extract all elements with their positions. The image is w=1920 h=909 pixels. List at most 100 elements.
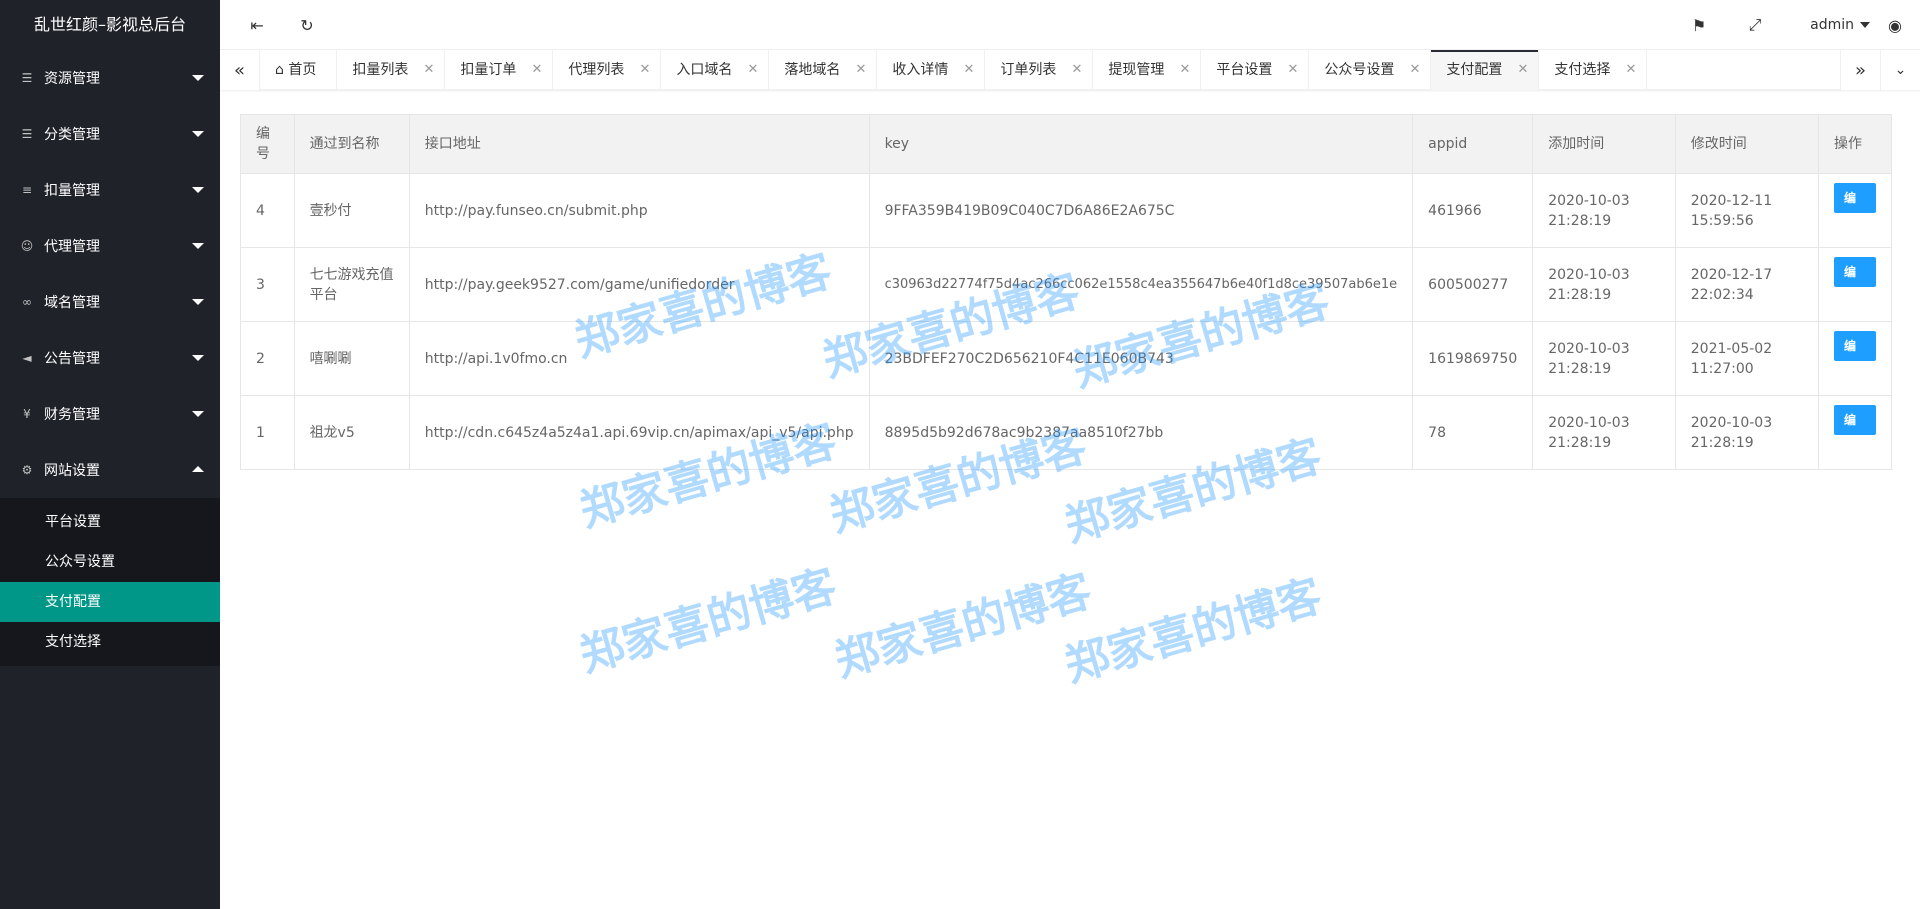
sidebar-item-announcements[interactable]: ◄ 公告管理 <box>0 330 220 386</box>
table-header-row: 编号 通过到名称 接口地址 key appid 添加时间 修改时间 操作 <box>240 114 1893 174</box>
cell-id: 4 <box>240 173 295 248</box>
user-menu[interactable]: admin <box>1810 0 1870 50</box>
column-header-url: 接口地址 <box>408 114 870 174</box>
close-icon[interactable]: ✕ <box>639 50 650 90</box>
edit-button[interactable]: 编辑 <box>1833 331 1876 383</box>
chevron-down-icon <box>192 299 204 305</box>
gear-icon: ⚙ <box>21 463 33 477</box>
sidebar-item-deduction[interactable]: ≡ 扣量管理 <box>0 162 220 218</box>
sidebar-item-label: 资源管理 <box>44 71 100 87</box>
tab-label: 订单列表 <box>1000 62 1057 78</box>
app-title: 乱世红颜–影视总后台 <box>0 0 220 50</box>
chevron-down-icon <box>1860 22 1870 28</box>
edit-button[interactable]: 编辑 <box>1833 257 1876 309</box>
tab-wechat-settings[interactable]: 公众号设置 ✕ <box>1309 50 1432 90</box>
cell-url: http://pay.geek9527.com/game/unifiedorde… <box>408 247 870 322</box>
sidebar-subitem-wechat-settings[interactable]: 公众号设置 <box>0 542 220 582</box>
close-icon[interactable]: ✕ <box>1625 50 1636 90</box>
layers-icon: ☰ <box>21 127 33 141</box>
tabs-scroll-right-icon[interactable]: » <box>1840 50 1880 90</box>
column-header-appid: appid <box>1412 114 1534 174</box>
list-indent-icon: ≡ <box>21 183 33 197</box>
tabs-scroll-left-icon[interactable]: « <box>220 50 260 90</box>
close-icon[interactable]: ✕ <box>963 50 974 90</box>
close-icon[interactable]: ✕ <box>1287 50 1298 90</box>
tab-platform-settings[interactable]: 平台设置 ✕ <box>1201 50 1310 90</box>
cell-modified: 2020-12-11 15:59:56 <box>1674 173 1819 248</box>
close-icon[interactable]: ✕ <box>531 50 542 90</box>
tab-label: 平台设置 <box>1216 62 1273 78</box>
watermark: 郑家喜的博客 <box>829 565 1098 688</box>
close-icon[interactable]: ✕ <box>1409 50 1420 90</box>
sidebar-subnav: 平台设置 公众号设置 支付配置 支付选择 <box>0 498 220 666</box>
refresh-icon[interactable]: ↻ <box>282 0 332 50</box>
tab-label: 提现管理 <box>1108 62 1165 78</box>
sidebar-item-site-settings[interactable]: ⚙ 网站设置 <box>0 442 220 498</box>
chevron-down-icon <box>192 75 204 81</box>
cell-added: 2020-10-03 21:28:19 <box>1532 247 1676 322</box>
tab-order-list[interactable]: 订单列表 ✕ <box>985 50 1094 90</box>
tab-landing-domains[interactable]: 落地域名 ✕ <box>769 50 878 90</box>
tab-withdrawals[interactable]: 提现管理 ✕ <box>1093 50 1202 90</box>
tab-deduction-orders[interactable]: 扣量订单 ✕ <box>445 50 554 90</box>
user-icon: ☺ <box>20 239 34 253</box>
sidebar-item-finance[interactable]: ¥ 财务管理 <box>0 386 220 442</box>
menu-toggle-icon[interactable]: ⇤ <box>232 0 282 50</box>
cell-added: 2020-10-03 21:28:19 <box>1532 321 1676 396</box>
sidebar-subitem-platform-settings[interactable]: 平台设置 <box>0 502 220 542</box>
watermark: 郑家喜的博客 <box>1059 570 1328 693</box>
cell-key: c30963d22774f75d4ac266cc062e1558c4ea3556… <box>868 247 1414 322</box>
edit-button[interactable]: 编辑 <box>1833 183 1876 235</box>
close-icon[interactable]: ✕ <box>423 50 434 90</box>
cell-name: 嘻唰唰 <box>293 321 410 396</box>
cell-modified: 2021-05-02 11:27:00 <box>1674 321 1819 396</box>
sidebar-subitem-payment-config[interactable]: 支付配置 <box>0 582 220 622</box>
cell-appid: 600500277 <box>1412 247 1534 322</box>
cell-id: 2 <box>240 321 295 396</box>
tabs-bar: « ⌂ 首页 扣量列表 ✕ 扣量订单 ✕ 代理列表 ✕ 入口域名 ✕ 落地域名 ✕ 收入详… <box>220 50 1920 90</box>
column-header-name: 通过到名称 <box>293 114 410 174</box>
theme-palette-icon[interactable]: ◉ <box>1870 0 1920 50</box>
home-icon: ⌂ <box>275 62 284 78</box>
tab-agent-list[interactable]: 代理列表 ✕ <box>553 50 662 90</box>
table-row: 1 祖龙v5 http://cdn.c645z4a5z4a1.api.69vip… <box>240 395 1893 470</box>
table-row: 3 七七游戏充值平台 http://pay.geek9527.com/game/… <box>240 247 1893 322</box>
tab-payment-config[interactable]: 支付配置 ✕ <box>1431 50 1540 90</box>
watermark: 郑家喜的博客 <box>574 560 843 683</box>
tab-entry-domains[interactable]: 入口域名 ✕ <box>661 50 770 90</box>
tab-label: 落地域名 <box>784 62 841 78</box>
column-header-id: 编号 <box>240 114 295 174</box>
close-icon[interactable]: ✕ <box>1179 50 1190 90</box>
close-icon[interactable]: ✕ <box>747 50 758 90</box>
fullscreen-icon[interactable]: ⤢ <box>1730 0 1780 50</box>
sidebar-item-categories[interactable]: ☰ 分类管理 <box>0 106 220 162</box>
cell-url: http://cdn.c645z4a5z4a1.api.69vip.cn/api… <box>408 395 870 470</box>
close-icon[interactable]: ✕ <box>1517 50 1528 90</box>
tab-payment-select[interactable]: 支付选择 ✕ <box>1539 50 1648 90</box>
sidebar-subitem-payment-select[interactable]: 支付选择 <box>0 622 220 662</box>
sidebar-item-label: 域名管理 <box>44 295 100 311</box>
cell-url: http://pay.funseo.cn/submit.php <box>408 173 870 248</box>
column-header-modified: 修改时间 <box>1674 114 1819 174</box>
tab-home[interactable]: ⌂ 首页 <box>260 50 338 90</box>
cell-name: 祖龙v5 <box>293 395 410 470</box>
cell-key: 9FFA359B419B09C040C7D6A86E2A675C <box>868 173 1414 248</box>
cell-name: 壹秒付 <box>293 173 410 248</box>
tab-deduction-list[interactable]: 扣量列表 ✕ <box>337 50 446 90</box>
tab-label: 支付配置 <box>1446 62 1503 78</box>
tab-label: 首页 <box>288 62 317 78</box>
sidebar-item-resources[interactable]: ☰ 资源管理 <box>0 50 220 106</box>
cell-added: 2020-10-03 21:28:19 <box>1532 173 1676 248</box>
tab-income-details[interactable]: 收入详情 ✕ <box>877 50 986 90</box>
table-row: 2 嘻唰唰 http://api.1v0fmo.cn 23BDFEF270C2D… <box>240 321 1893 396</box>
edit-button[interactable]: 编辑 <box>1833 405 1876 457</box>
close-icon[interactable]: ✕ <box>855 50 866 90</box>
close-icon[interactable]: ✕ <box>1071 50 1082 90</box>
sidebar: 乱世红颜–影视总后台 ☰ 资源管理 ☰ 分类管理 ≡ 扣量管理 ☺ 代理管理 ∞… <box>0 0 220 909</box>
tag-icon[interactable]: ⚑ <box>1674 0 1724 50</box>
tab-label: 公众号设置 <box>1324 62 1395 78</box>
tab-label: 支付选择 <box>1554 62 1611 78</box>
sidebar-item-agents[interactable]: ☺ 代理管理 <box>0 218 220 274</box>
sidebar-item-domains[interactable]: ∞ 域名管理 <box>0 274 220 330</box>
tabs-menu-chevron-down-icon[interactable]: ⌄ <box>1880 50 1920 90</box>
